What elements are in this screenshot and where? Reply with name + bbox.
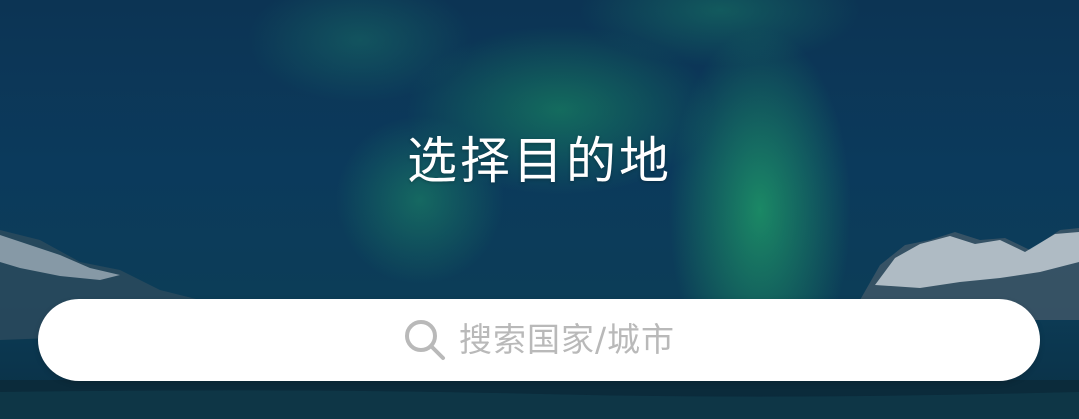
search-input[interactable]: 搜索国家/城市 [38, 299, 1040, 381]
destination-header: 选择目的地 搜索国家/城市 [0, 0, 1079, 419]
search-placeholder: 搜索国家/城市 [458, 320, 676, 359]
page-title: 选择目的地 [407, 132, 672, 190]
search-icon [404, 320, 445, 360]
